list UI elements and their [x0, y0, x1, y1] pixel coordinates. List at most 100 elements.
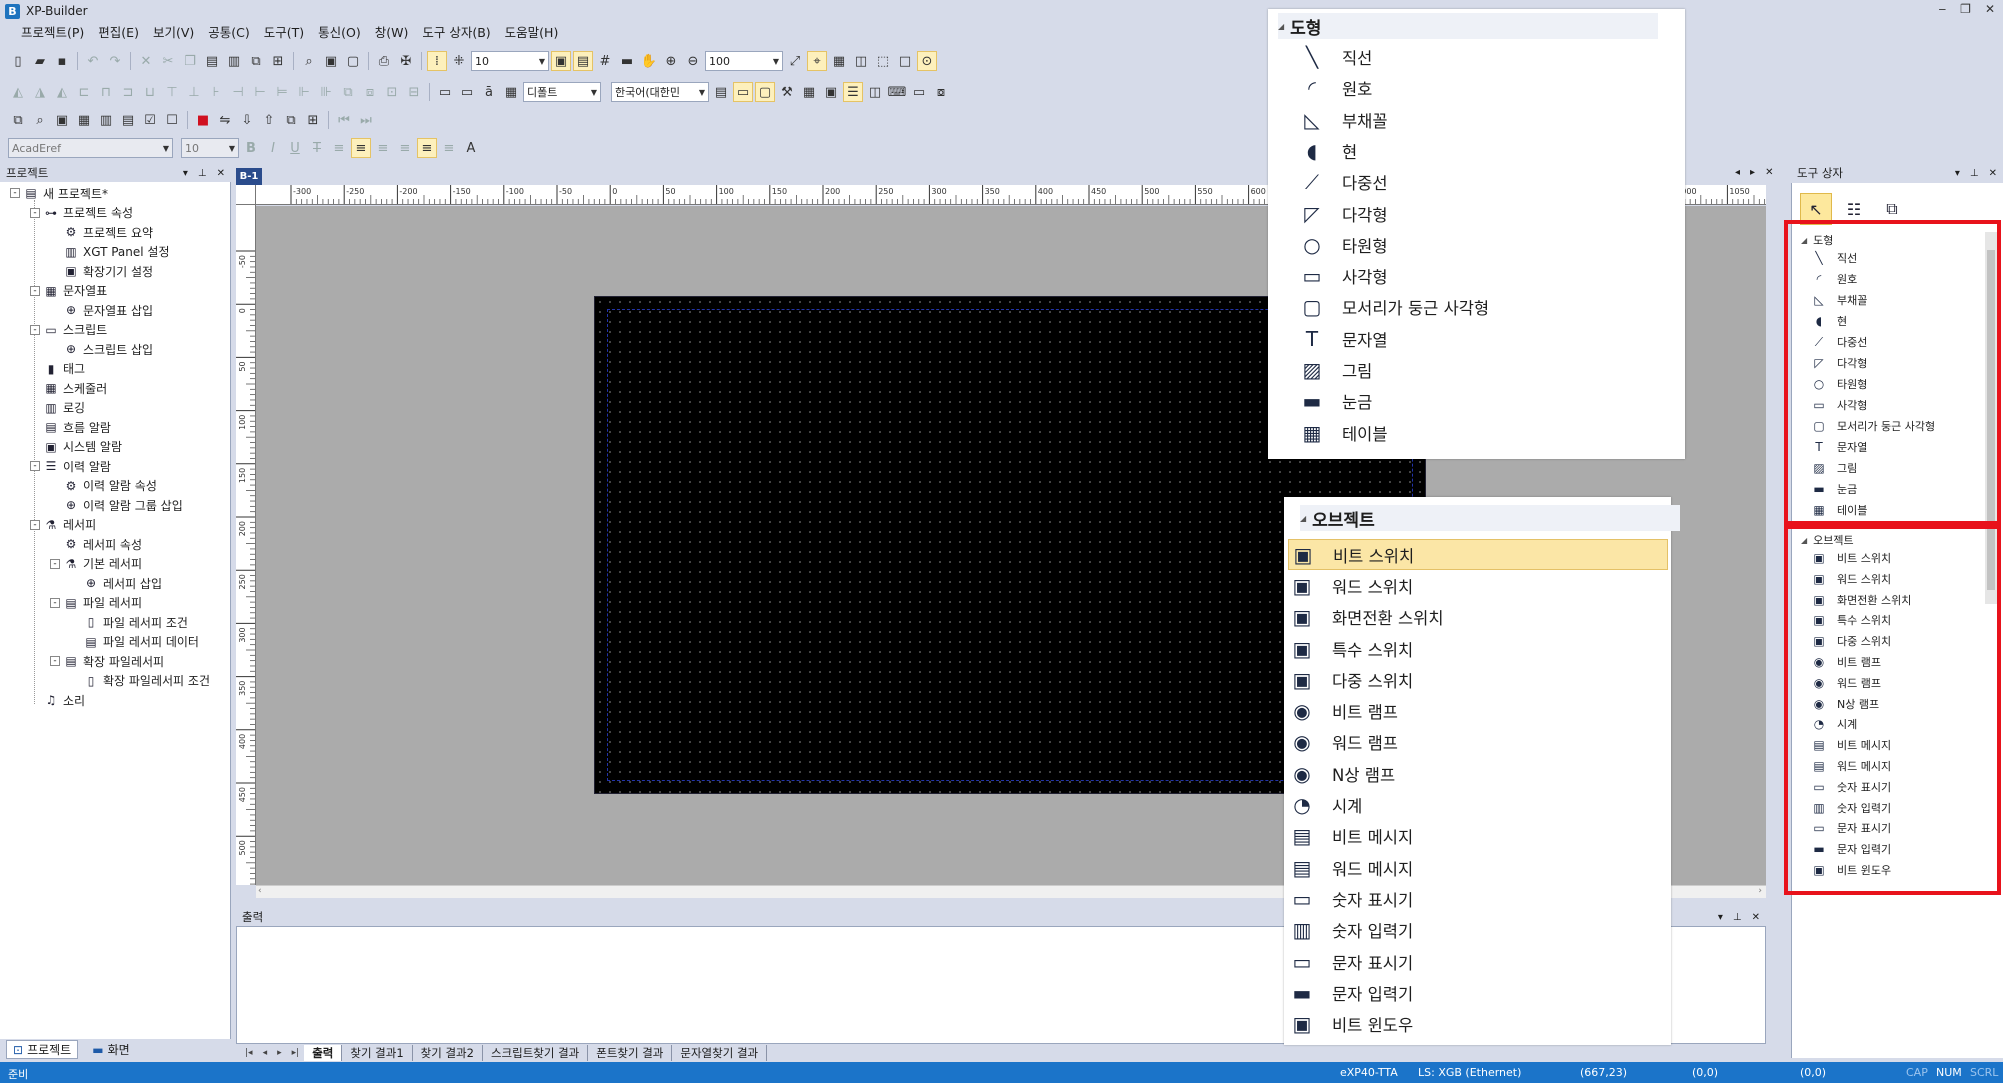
tool-shapes-popup-item[interactable]: ▢ 모서리가 둥근 사각형: [1298, 293, 1490, 321]
page-icon[interactable]: ▢: [343, 51, 363, 71]
tool-objects-popup-item[interactable]: ▣ 다중 스위치: [1288, 664, 1668, 695]
center-v-icon[interactable]: ⊪: [316, 82, 336, 102]
grid-settings-icon[interactable]: ⁜: [449, 51, 469, 71]
output-tab[interactable]: 스크립트찾기 결과: [483, 1045, 589, 1061]
tree-item[interactable]: ▯ 파일 레서피 조건: [70, 613, 188, 631]
print-icon[interactable]: ⎙: [374, 51, 394, 71]
scroll-right-icon[interactable]: ›: [1758, 886, 1762, 896]
expand-toggle[interactable]: -: [30, 324, 40, 335]
tool-objects-popup-item[interactable]: ▣ 워드 스위치: [1288, 570, 1668, 601]
tree-item[interactable]: ▤ 흐름 알람: [30, 418, 111, 436]
menu-item-8[interactable]: 도움말(H): [498, 22, 566, 44]
tree-item[interactable]: ▣ 시스템 알람: [30, 438, 122, 456]
underline-icon[interactable]: U: [285, 138, 305, 158]
output-tab[interactable]: 찾기 결과1: [342, 1045, 413, 1061]
tool-objects-popup-item[interactable]: ◉ 비트 램프: [1288, 696, 1668, 727]
tool-objects-popup-item[interactable]: ▣ 화면전환 스위치: [1288, 602, 1668, 633]
crosshair-icon[interactable]: #: [595, 51, 615, 71]
tool-shapes-popup-item[interactable]: ◖ 현: [1298, 137, 1357, 165]
tool-shapes-popup-item[interactable]: ○ 타원형: [1298, 231, 1387, 259]
strikethrough-icon[interactable]: T: [307, 138, 327, 158]
backward-icon[interactable]: ⊟: [404, 82, 424, 102]
same-width-icon[interactable]: ⊥: [184, 82, 204, 102]
tree-item[interactable]: - ▤ 확장 파일레서피: [50, 652, 164, 670]
tool-objects-popup-item[interactable]: ▬ 문자 입력기: [1288, 977, 1668, 1008]
center-h-icon[interactable]: ⊩: [294, 82, 314, 102]
tool-objects-popup-item[interactable]: ▤ 비트 메시지: [1288, 821, 1668, 852]
expand-toggle[interactable]: -: [50, 656, 60, 666]
distribute-h-icon[interactable]: ⊔: [140, 82, 160, 102]
object-view-icon[interactable]: ▭: [733, 82, 753, 102]
align-top-icon[interactable]: ⊏: [74, 82, 94, 102]
tree-item[interactable]: - ▤ 파일 레서피: [50, 594, 142, 612]
grid-icon[interactable]: ⁞: [427, 51, 447, 71]
tree-item[interactable]: - ▤ 새 프로젝트*: [10, 184, 108, 202]
menu-item-0[interactable]: 프로젝트(P): [14, 22, 91, 44]
dock-icon[interactable]: ⊥: [198, 168, 207, 179]
tool-objects-popup-item[interactable]: ◉ N상 램프: [1288, 758, 1668, 789]
first-page-icon[interactable]: ⏮: [334, 110, 354, 130]
shapes-popup-section-header[interactable]: ◢ 도형: [1278, 13, 1658, 39]
back-icon[interactable]: ⧈: [360, 82, 380, 102]
expand-toggle[interactable]: -: [10, 188, 20, 198]
prev-tab-icon[interactable]: ◂: [258, 1048, 273, 1058]
close-icon[interactable]: ✕: [1752, 912, 1760, 923]
tool-shapes-popup-item[interactable]: ▨ 그림: [1298, 356, 1373, 384]
copy-icon[interactable]: ❐: [180, 51, 200, 71]
menu-item-1[interactable]: 편집(E): [91, 22, 146, 44]
window-view-icon[interactable]: ▣: [821, 82, 841, 102]
monitor-connect-icon[interactable]: ⊞: [303, 110, 323, 130]
tree-item[interactable]: ▣ 확장기기 설정: [50, 262, 153, 280]
space-h-icon[interactable]: ⊢: [250, 82, 270, 102]
text-box-icon[interactable]: ▭: [435, 82, 455, 102]
tool-objects-popup-item[interactable]: ▣ 비트 윈도우: [1288, 1009, 1668, 1040]
next-tab-icon[interactable]: ▸: [272, 1048, 287, 1058]
export-icon[interactable]: ⧇: [931, 82, 951, 102]
zoom-select[interactable]: 100 ▼: [705, 51, 783, 71]
checklist-icon[interactable]: ☑: [140, 110, 160, 130]
text-align-right-icon[interactable]: ≡: [373, 138, 393, 158]
upload-icon[interactable]: ⇧: [259, 110, 279, 130]
tree-item[interactable]: ⊕ 이력 알람 그룹 삽입: [50, 496, 183, 514]
tool-shapes-popup-item[interactable]: ◸ 다각형: [1298, 200, 1387, 228]
tool-objects-popup-item[interactable]: ◉ 워드 램프: [1288, 727, 1668, 758]
ruler-icon[interactable]: ▬: [617, 51, 637, 71]
pin-icon[interactable]: ▾: [1718, 912, 1723, 923]
zoom-area-icon[interactable]: ⬚: [873, 51, 893, 71]
text-align-left-icon[interactable]: ≡: [329, 138, 349, 158]
tree-item[interactable]: ▤ 파일 레서피 데이터: [70, 633, 199, 651]
menu-item-7[interactable]: 도구 상자(B): [415, 22, 497, 44]
same-size-icon[interactable]: ⊣: [228, 82, 248, 102]
download-icon[interactable]: ⇩: [237, 110, 257, 130]
language-select[interactable]: 한국어(대한민 ▼: [611, 82, 709, 102]
restore-button[interactable]: ❐: [1960, 2, 1971, 16]
tool-objects-popup-item[interactable]: ◔ 시계: [1288, 789, 1668, 820]
tab-screen[interactable]: ▬ 화면: [86, 1040, 135, 1059]
menu-item-2[interactable]: 보기(V): [146, 22, 201, 44]
tool-objects-popup-item[interactable]: ▣ 특수 스위치: [1288, 633, 1668, 664]
screen-icon[interactable]: ▣: [321, 51, 341, 71]
undo-icon[interactable]: ↶: [83, 51, 103, 71]
menu-item-4[interactable]: 도구(T): [257, 22, 311, 44]
pin-icon[interactable]: ▾: [183, 168, 188, 179]
expand-toggle[interactable]: -: [30, 285, 40, 296]
zoom-out-icon[interactable]: ⊖: [683, 51, 703, 71]
tree-item[interactable]: ⊕ 레서피 삽입: [70, 574, 162, 592]
tool-shapes-popup-item[interactable]: ╲ 직선: [1298, 43, 1372, 71]
preview-icon[interactable]: ▦: [829, 51, 849, 71]
tree-item[interactable]: ▦ 스케줄러: [30, 379, 107, 397]
front-icon[interactable]: ⧉: [338, 82, 358, 102]
tree-item[interactable]: ⊕ 문자열표 삽입: [50, 301, 153, 319]
tool-shapes-popup-item[interactable]: ▬ 눈금: [1298, 387, 1373, 415]
output-tab[interactable]: 찾기 결과2: [413, 1045, 483, 1061]
tree-item[interactable]: ⚙ 레서피 속성: [50, 535, 142, 553]
tree-item[interactable]: ⊕ 스크립트 삽입: [50, 340, 153, 358]
tree-item[interactable]: - ⊶ 프로젝트 속성: [30, 204, 133, 222]
screen-list-icon[interactable]: ▣: [52, 110, 72, 130]
zoom-in-icon[interactable]: ⊕: [661, 51, 681, 71]
minimize-button[interactable]: ‒: [1939, 2, 1947, 16]
tree-item[interactable]: ♫ 소리: [30, 691, 85, 709]
bold-icon[interactable]: B: [241, 138, 261, 158]
compare-icon[interactable]: ⧉: [281, 110, 301, 130]
text-align-middle-icon[interactable]: ≡: [417, 138, 437, 158]
